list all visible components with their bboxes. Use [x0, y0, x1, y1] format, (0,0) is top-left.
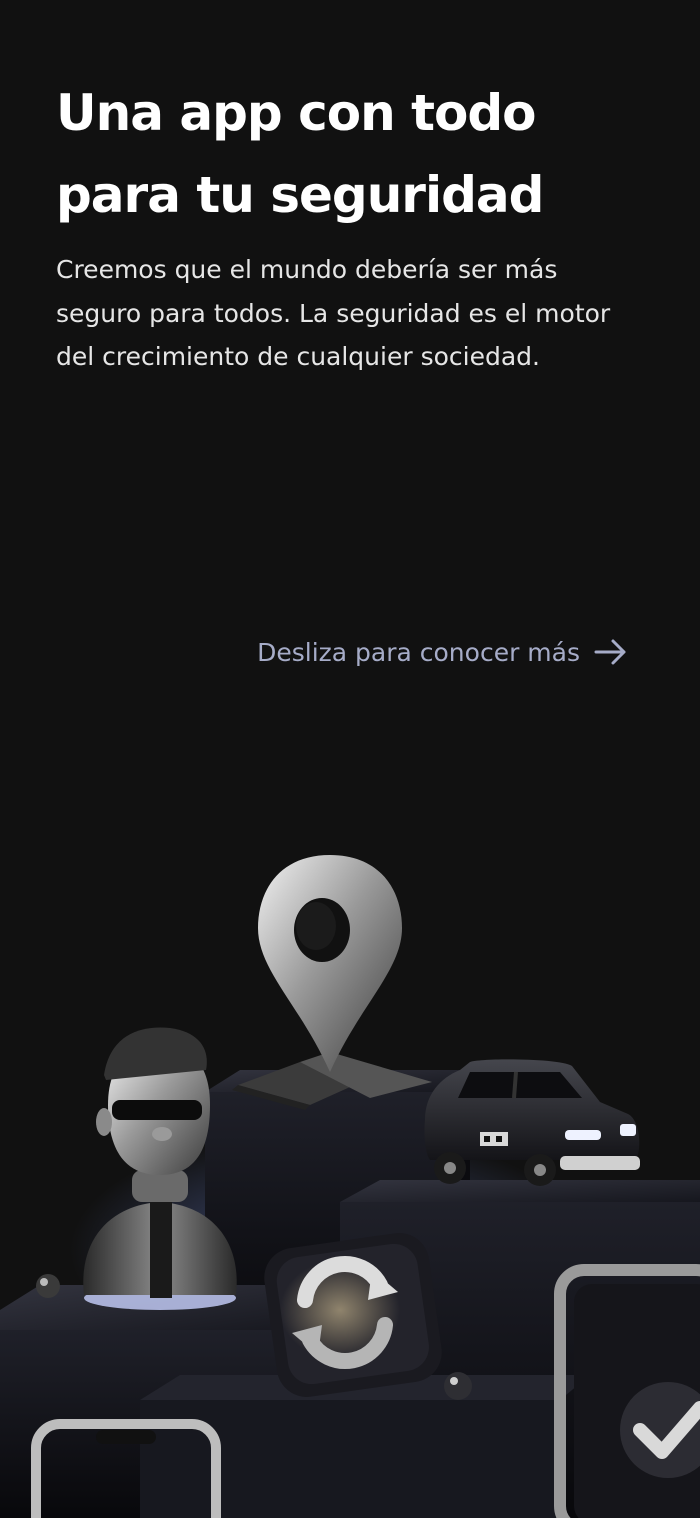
pedestal-front — [140, 1375, 590, 1518]
taxi-car-icon — [424, 1059, 640, 1186]
refresh-sync-icon — [264, 1233, 442, 1397]
illustration-svg — [0, 855, 700, 1518]
swipe-hint-link[interactable]: Desliza para conocer más — [257, 630, 628, 674]
onboarding-screen: Una app con todo para tu seguridad Creem… — [0, 0, 700, 1518]
page-title: Una app con todo para tu seguridad — [56, 72, 656, 236]
title-line-2: para tu seguridad — [56, 166, 544, 224]
title-line-1: Una app con todo — [56, 84, 536, 142]
checkmark-shield-icon — [554, 1264, 700, 1518]
ball-decoration — [444, 1372, 472, 1400]
arrow-right-icon — [594, 639, 626, 665]
hero-illustration — [0, 830, 700, 1518]
swipe-hint-label: Desliza para conocer más — [257, 637, 580, 667]
page-description: Creemos que el mundo debería ser más seg… — [56, 255, 611, 371]
